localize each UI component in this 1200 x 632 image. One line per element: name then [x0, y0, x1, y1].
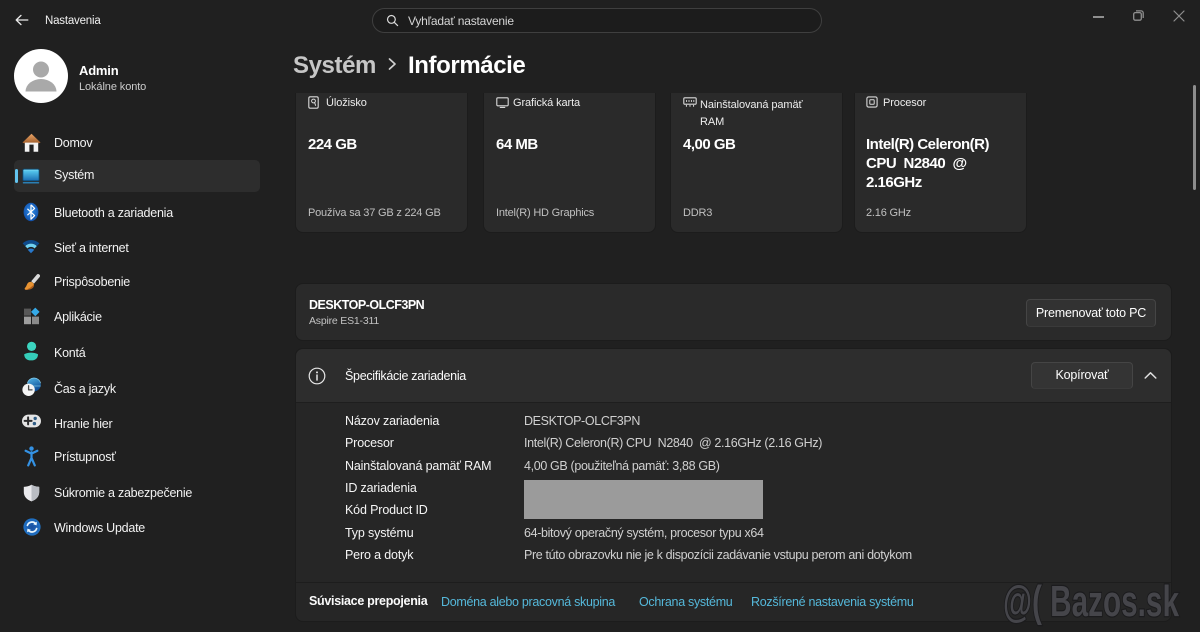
svg-text:@( Bazos.sk: @( Bazos.sk	[1003, 577, 1179, 626]
